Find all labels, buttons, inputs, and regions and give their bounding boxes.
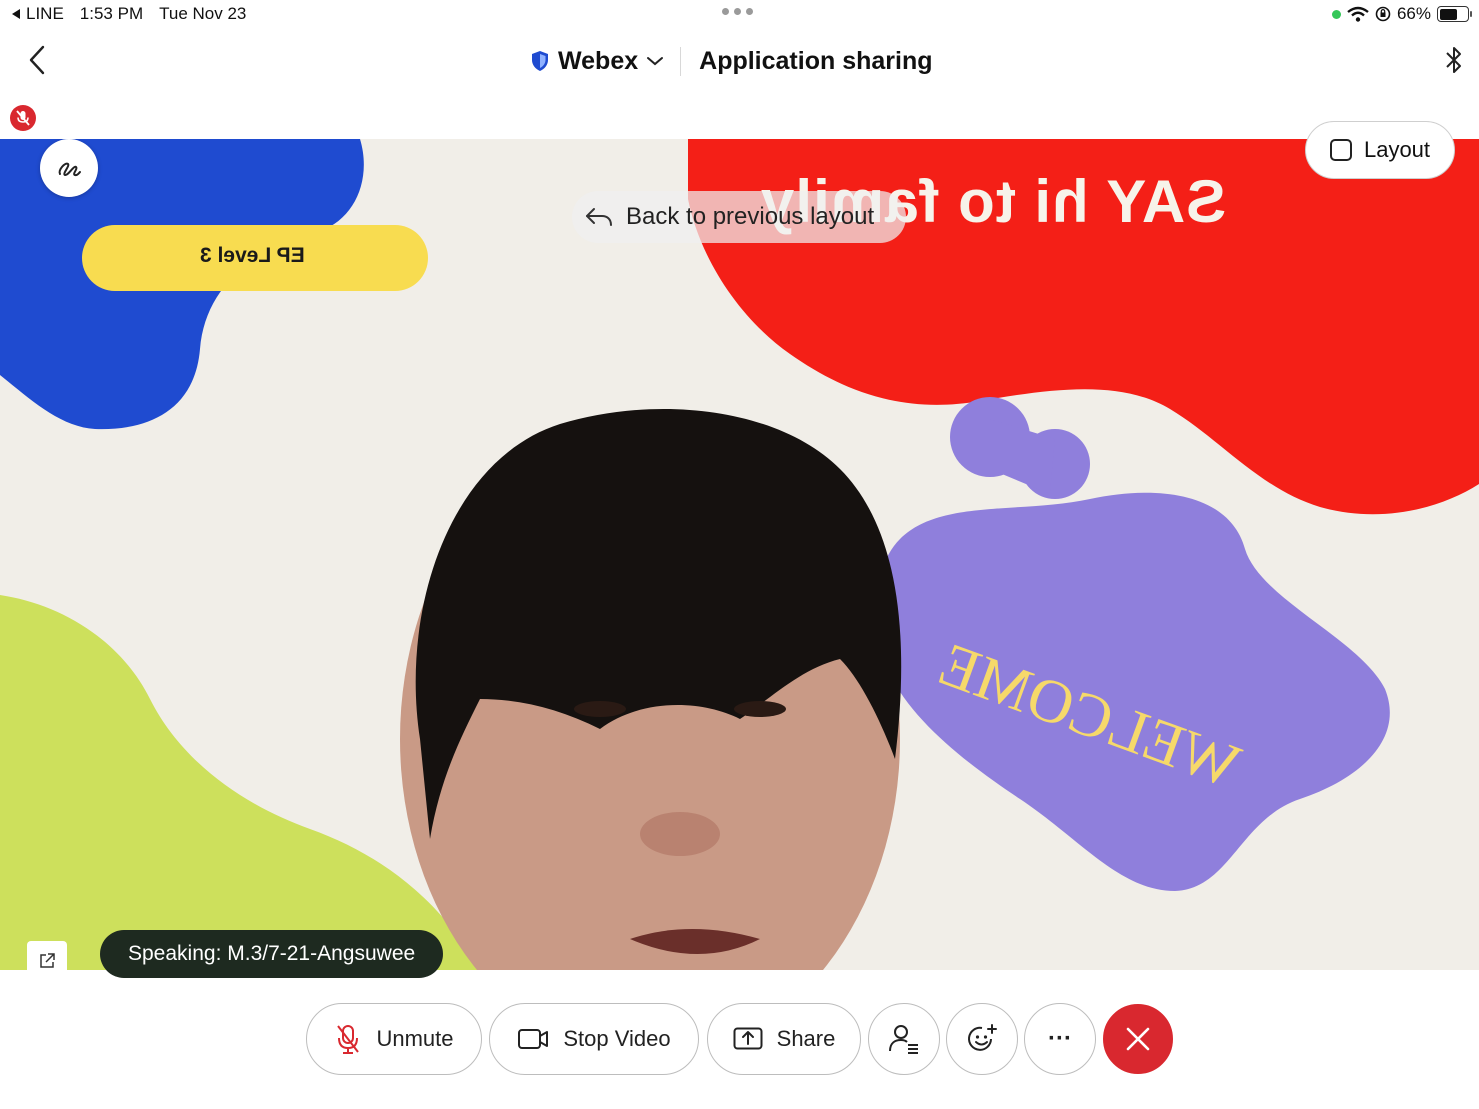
battery-icon <box>1437 6 1472 22</box>
end-call-button[interactable] <box>1103 1004 1173 1074</box>
participants-icon <box>889 1025 918 1054</box>
layout-square-icon <box>1329 139 1352 161</box>
popout-button[interactable] <box>27 941 67 970</box>
back-to-app[interactable]: LINE <box>10 4 64 24</box>
status-time: 1:53 PM <box>79 4 144 23</box>
orientation-lock-icon <box>1375 6 1391 22</box>
webex-menu-button[interactable]: Webex <box>530 46 682 76</box>
page-title: Application sharing <box>699 46 933 75</box>
more-icon: ··· <box>1048 1025 1072 1052</box>
external-link-icon <box>40 953 55 968</box>
multitasking-dots-icon[interactable] <box>722 8 753 15</box>
more-options-button[interactable]: ··· <box>1024 1003 1096 1075</box>
bluetooth-button[interactable] <box>1443 44 1465 81</box>
camera-in-use-indicator <box>1331 9 1341 19</box>
share-button[interactable]: Share <box>707 1003 861 1075</box>
shield-icon <box>532 51 548 71</box>
annotate-button[interactable] <box>40 139 98 197</box>
participants-button[interactable] <box>868 1003 940 1075</box>
layout-label: Layout <box>1363 137 1431 162</box>
undo-arrow-icon <box>586 208 612 226</box>
unmute-button[interactable]: Unmute <box>306 1003 482 1075</box>
wifi-icon <box>1347 6 1369 22</box>
muted-indicator-icon <box>10 105 36 131</box>
close-icon <box>1126 1027 1150 1051</box>
stop-video-button[interactable]: Stop Video <box>489 1003 699 1075</box>
video-stage[interactable]: SAY hi to family EP Level 3 WELCOME Back… <box>0 139 1479 970</box>
stop-video-label: Stop Video <box>563 1026 671 1051</box>
chevron-down-icon <box>647 57 664 66</box>
video-camera-icon <box>518 1029 549 1049</box>
emoji-add-icon <box>968 1024 997 1051</box>
unmute-label: Unmute <box>376 1026 454 1051</box>
back-triangle-icon <box>12 9 20 19</box>
back-button[interactable] <box>22 42 52 78</box>
level-text: EP Level 3 <box>200 244 305 267</box>
reactions-button[interactable] <box>946 1003 1018 1075</box>
bluetooth-icon <box>1446 47 1461 73</box>
layout-button[interactable]: Layout <box>1305 121 1455 179</box>
back-to-previous-layout-button[interactable]: Back to previous layout <box>572 191 906 243</box>
speaking-indicator: Speaking: M.3/7-21-Angsuwee <box>100 930 444 978</box>
mic-off-icon <box>337 1025 360 1054</box>
battery-percent: 66% <box>1396 4 1431 23</box>
back-layout-label: Back to previous layout <box>626 203 875 230</box>
status-bar: LINE 1:53 PM Tue Nov 23 66% <box>0 0 1479 30</box>
back-app-label: LINE <box>26 4 64 23</box>
app-name: Webex <box>558 46 639 75</box>
status-date: Tue Nov 23 <box>159 4 247 23</box>
squiggle-icon <box>58 162 81 177</box>
share-screen-icon <box>733 1027 763 1050</box>
nav-bar: Webex Application sharing <box>0 30 1479 92</box>
call-controls: Unmute Stop Video Share ··· <box>0 1003 1479 1077</box>
share-label: Share <box>776 1026 836 1051</box>
chevron-left-icon <box>29 45 45 75</box>
